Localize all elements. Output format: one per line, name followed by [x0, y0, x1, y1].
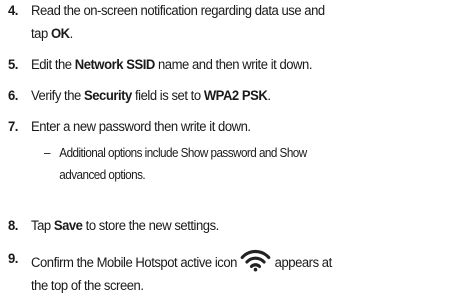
- step-number: 8.: [8, 218, 18, 234]
- text-run: tap: [31, 26, 51, 42]
- step-line: tap OK.: [31, 23, 463, 46]
- network-ssid-label: Network SSID: [74, 57, 156, 73]
- save-label: Save: [53, 218, 83, 234]
- wifi-hotspot-icon: [240, 249, 271, 272]
- step-text: Read the on-screen notification regardin…: [31, 0, 463, 46]
- step-number: 5.: [8, 57, 18, 73]
- text-run: Tap: [31, 218, 54, 234]
- text-run: Verify the: [31, 88, 84, 104]
- text-run: to store the new settings.: [82, 218, 220, 234]
- step-text: Enter a new password then write it down.: [31, 116, 463, 139]
- dash-bullet: –: [44, 145, 50, 160]
- sub-line: Additional options include Show password…: [59, 145, 307, 160]
- step-text: Edit the Network SSID name and then writ…: [31, 54, 463, 77]
- step-line: the top of the screen.: [31, 278, 144, 294]
- step-line: Enter a new password then write it down.: [31, 119, 251, 135]
- step-line: Edit the Network SSID name and then writ…: [31, 54, 463, 77]
- text-run: .: [267, 88, 271, 104]
- step-number: 9.: [8, 251, 18, 267]
- step-number: 7.: [8, 119, 18, 135]
- step-line: Confirm the Mobile Hotspot active icon a…: [31, 248, 463, 275]
- step-number: 6.: [8, 88, 18, 104]
- step-number: 4.: [8, 3, 18, 19]
- step-text: Confirm the Mobile Hotspot active icon a…: [31, 248, 463, 298]
- step-line: Tap Save to store the new settings.: [31, 215, 463, 238]
- text-run: .: [69, 26, 74, 42]
- wpa2-psk-label: WPA2 PSK: [203, 88, 268, 104]
- step-text: Tap Save to store the new settings.: [31, 215, 463, 238]
- text-run: appears at: [274, 255, 333, 271]
- text-run: Confirm the Mobile Hotspot active icon: [31, 255, 237, 271]
- instruction-list: 4. Read the on-screen notification regar…: [0, 0, 472, 304]
- text-run: Edit the: [31, 57, 75, 73]
- text-run: name and then write it down.: [154, 57, 313, 73]
- sub-line: advanced options.: [59, 167, 146, 182]
- ok-label: OK: [50, 26, 70, 42]
- step-line: Read the on-screen notification regardin…: [31, 3, 325, 19]
- step-line: Verify the Security field is set to WPA2…: [31, 85, 463, 108]
- security-label: Security: [83, 88, 132, 104]
- sub-bullet-text: Additional options include Show password…: [59, 142, 455, 186]
- step-text: Verify the Security field is set to WPA2…: [31, 85, 463, 108]
- text-run: field is set to: [131, 88, 204, 104]
